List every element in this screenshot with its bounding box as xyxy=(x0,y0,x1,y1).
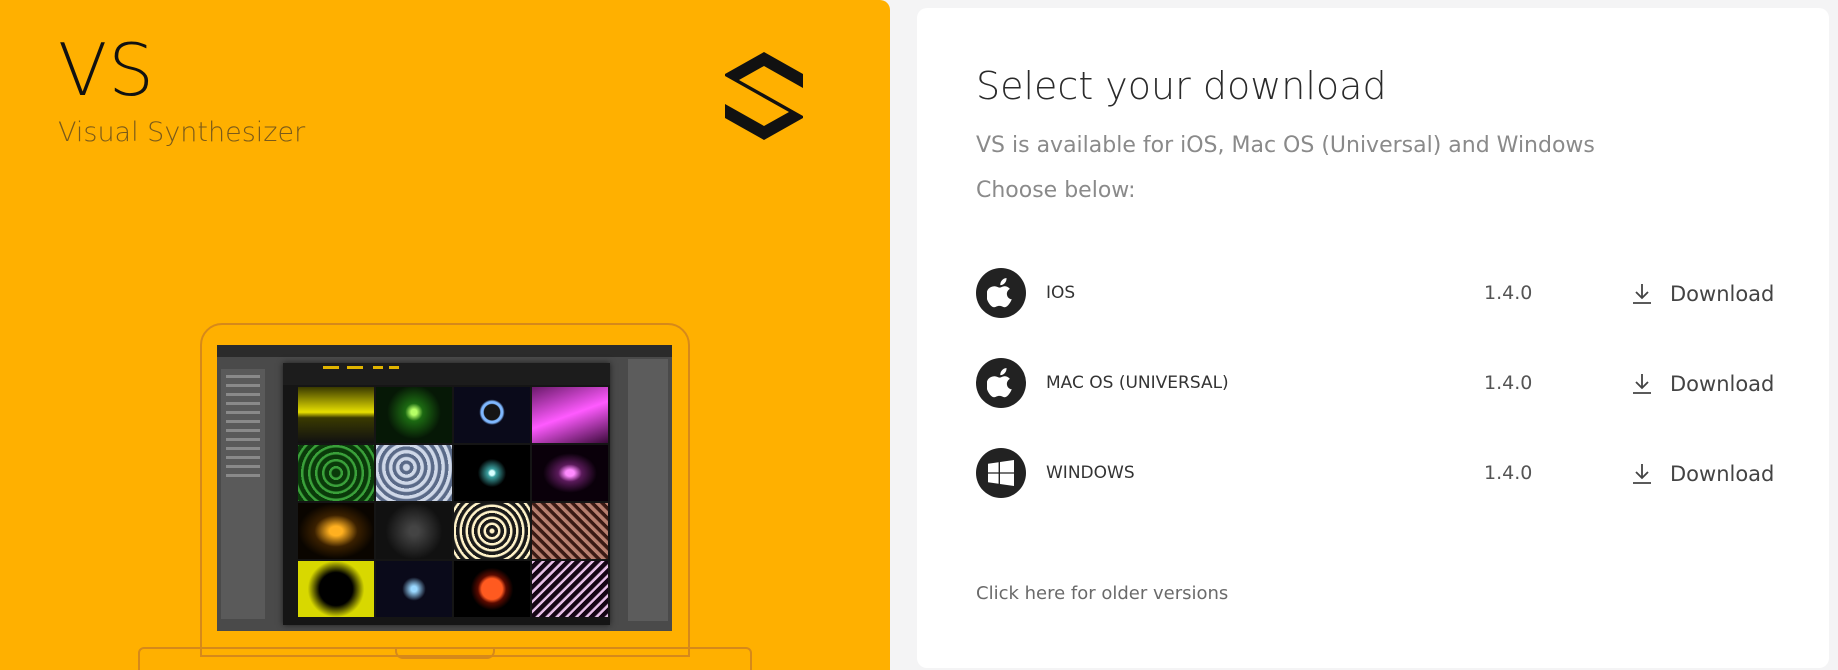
download-label: Download xyxy=(1670,462,1775,486)
download-card: Select your download VS is available for… xyxy=(917,8,1829,668)
download-icon xyxy=(1633,374,1651,394)
brand-title: VS xyxy=(58,28,155,112)
download-icon xyxy=(1633,284,1651,304)
availability-text: VS is available for iOS, Mac OS (Univers… xyxy=(976,133,1595,158)
platform-name: WINDOWS xyxy=(1046,463,1135,483)
download-button-windows[interactable]: Download xyxy=(1632,458,1774,490)
apple-icon xyxy=(976,268,1026,318)
platform-row-ios: IOS 1.4.0 Download xyxy=(976,268,1776,320)
version-label: 1.4.0 xyxy=(1484,372,1533,394)
brand-panel: VS Visual Synthesizer xyxy=(0,0,890,670)
platform-row-mac: MAC OS (UNIVERSAL) 1.4.0 Download xyxy=(976,358,1776,410)
download-icon xyxy=(1633,464,1651,484)
vs-logo-icon xyxy=(725,52,803,140)
page-title: Select your download xyxy=(976,64,1387,108)
older-versions-link[interactable]: Click here for older versions xyxy=(976,583,1228,604)
brand-subtitle: Visual Synthesizer xyxy=(58,117,306,148)
apple-icon xyxy=(976,358,1026,408)
platform-name: MAC OS (UNIVERSAL) xyxy=(1046,373,1229,393)
app-screenshot xyxy=(217,345,672,631)
version-label: 1.4.0 xyxy=(1484,462,1533,484)
download-label: Download xyxy=(1670,282,1775,306)
platform-row-windows: WINDOWS 1.4.0 Download xyxy=(976,448,1776,500)
version-label: 1.4.0 xyxy=(1484,282,1533,304)
download-button-mac[interactable]: Download xyxy=(1632,368,1774,400)
choose-below-text: Choose below: xyxy=(976,178,1136,203)
laptop-notch xyxy=(395,647,495,659)
download-label: Download xyxy=(1670,372,1775,396)
download-button-ios[interactable]: Download xyxy=(1632,278,1774,310)
platform-name: IOS xyxy=(1046,283,1076,303)
windows-icon xyxy=(976,448,1026,498)
